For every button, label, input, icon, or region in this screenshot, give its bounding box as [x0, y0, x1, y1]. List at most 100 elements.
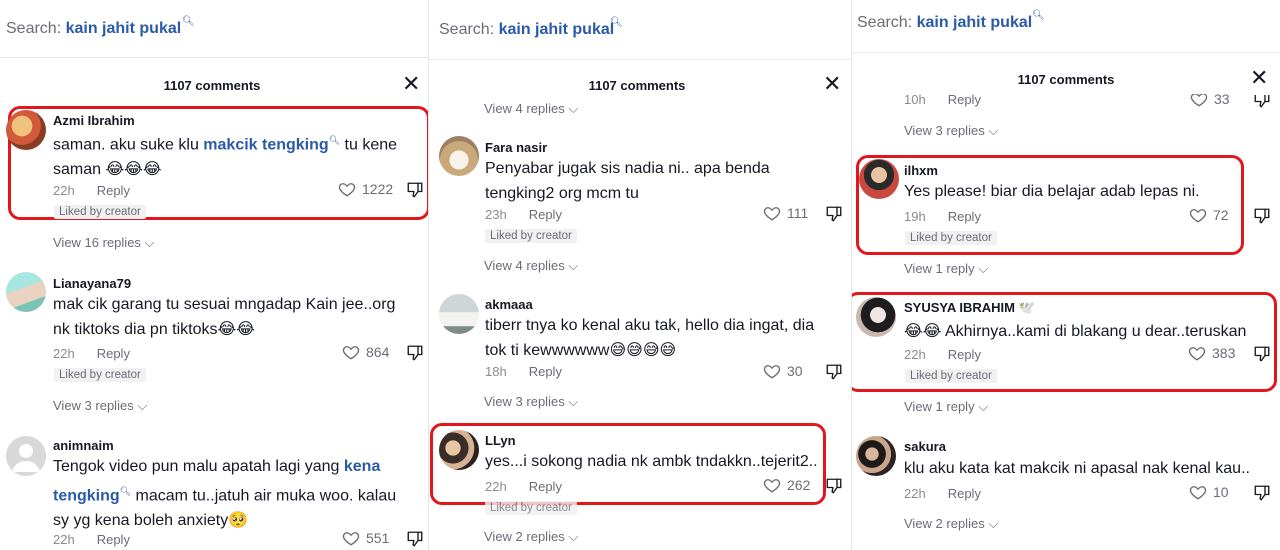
- comment-meta: 22h Reply: [485, 479, 562, 494]
- dislike-icon[interactable]: [825, 205, 843, 223]
- comments-panel-1: Search: kain jahit pukal 🔍︎ 1107 comment…: [0, 0, 428, 550]
- dislike-icon[interactable]: [406, 181, 424, 199]
- comment-username[interactable]: ilhxm: [904, 163, 938, 178]
- avatar[interactable]: [6, 272, 46, 312]
- keyword-link[interactable]: tengking: [53, 487, 120, 504]
- view-replies-label: View 2 replies: [904, 516, 985, 531]
- close-icon[interactable]: ✕: [823, 72, 841, 96]
- close-icon[interactable]: ✕: [1250, 66, 1268, 90]
- comment-username[interactable]: sakura: [904, 439, 946, 454]
- like-button[interactable]: 72: [1189, 206, 1229, 224]
- comment-username[interactable]: Lianayana79: [53, 276, 131, 291]
- comment-username[interactable]: SYUSYA IBRAHIM 🕊️: [904, 300, 1035, 316]
- like-button[interactable]: 1222: [338, 180, 393, 198]
- reply-button[interactable]: Reply: [529, 207, 562, 222]
- dislike-icon[interactable]: [1253, 207, 1271, 225]
- dislike-icon[interactable]: [1253, 484, 1271, 502]
- comment-text-part: tu kene: [340, 136, 398, 154]
- avatar[interactable]: [439, 430, 479, 470]
- like-button[interactable]: 551: [342, 529, 389, 547]
- comment-count: 1107 comments: [163, 78, 261, 93]
- search-icon: 🔍︎: [328, 135, 341, 145]
- view-replies-button[interactable]: View 1 reply ⌵: [904, 399, 988, 415]
- avatar[interactable]: [439, 136, 479, 176]
- search-icon: 🔍︎: [119, 486, 132, 496]
- reply-button[interactable]: Reply: [948, 209, 981, 224]
- comment-username[interactable]: akmaaa: [485, 297, 533, 312]
- like-button[interactable]: 30: [763, 362, 803, 380]
- comment-text-part: sy yg kena boleh anxiety🥺: [53, 512, 249, 530]
- reply-button[interactable]: Reply: [97, 183, 130, 198]
- avatar[interactable]: [859, 159, 899, 199]
- like-button[interactable]: 111: [763, 204, 808, 222]
- liked-by-creator-badge: Liked by creator: [485, 501, 577, 515]
- search-query[interactable]: kain jahit pukal: [499, 21, 615, 38]
- comment-meta: 23h Reply: [485, 207, 562, 222]
- like-count: 10: [1213, 484, 1229, 500]
- comment-text: 😂😂 Akhirnya..kami di blakang u dear..ter…: [904, 319, 1276, 344]
- comments-panel-2: Search: kain jahit pukal 🔍︎ 1107 comment…: [429, 0, 851, 550]
- like-count: 262: [787, 477, 811, 493]
- reply-button[interactable]: Reply: [948, 486, 981, 501]
- dislike-icon[interactable]: [825, 363, 843, 381]
- chevron-down-icon: ⌵: [568, 101, 579, 116]
- reply-button[interactable]: Reply: [97, 532, 130, 547]
- search-query[interactable]: kain jahit pukal: [917, 14, 1033, 31]
- reply-button[interactable]: Reply: [948, 347, 981, 362]
- keyword-link[interactable]: kena: [344, 458, 380, 475]
- keyword-link[interactable]: makcik tengking: [203, 136, 328, 153]
- view-replies-button[interactable]: View 4 replies ⌵: [484, 258, 578, 274]
- like-count: 72: [1213, 207, 1229, 223]
- liked-by-creator-badge: Liked by creator: [485, 229, 577, 243]
- reply-button[interactable]: Reply: [948, 94, 981, 107]
- search-bar[interactable]: Search: kain jahit pukal 🔍︎: [852, 0, 1280, 52]
- dislike-icon[interactable]: [825, 477, 843, 495]
- reply-button[interactable]: Reply: [529, 479, 562, 494]
- view-replies-button[interactable]: View 1 reply ⌵: [904, 261, 988, 277]
- search-label: Search:: [857, 14, 913, 31]
- dislike-icon[interactable]: [406, 530, 424, 548]
- heart-icon: [763, 207, 781, 221]
- comment-username[interactable]: animnaim: [53, 438, 114, 453]
- like-button[interactable]: 864: [342, 343, 389, 361]
- comment-meta: 18h Reply: [485, 364, 562, 379]
- like-button[interactable]: 262: [763, 476, 810, 494]
- comment-username[interactable]: Azmi Ibrahim: [53, 113, 135, 128]
- comment-username[interactable]: LLyn: [485, 433, 516, 448]
- close-icon[interactable]: ✕: [402, 72, 420, 96]
- reply-button[interactable]: Reply: [529, 364, 562, 379]
- view-replies-label: View 4 replies: [484, 258, 565, 273]
- liked-by-creator-badge: Liked by creator: [54, 368, 146, 382]
- comment-meta: 19h Reply: [904, 209, 981, 224]
- view-replies-label: View 1 reply: [904, 399, 975, 414]
- dislike-icon[interactable]: [1253, 345, 1271, 363]
- heart-icon: [338, 183, 356, 197]
- comment-text: Yes please! biar dia belajar adab lepas …: [904, 179, 1244, 204]
- view-replies-button[interactable]: View 3 replies ⌵: [904, 123, 998, 139]
- view-replies-button[interactable]: View 16 replies ⌵: [53, 235, 154, 251]
- view-replies-button[interactable]: View 3 replies ⌵: [53, 398, 147, 414]
- search-query[interactable]: kain jahit pukal: [66, 20, 182, 37]
- avatar[interactable]: [6, 110, 46, 150]
- like-button[interactable]: 10: [1189, 483, 1229, 501]
- view-replies-button[interactable]: View 3 replies ⌵: [484, 394, 578, 410]
- search-bar[interactable]: Search: kain jahit pukal 🔍︎: [0, 0, 428, 58]
- comment-text-part: tok ti kewwwwww😅😅😅😅: [485, 342, 677, 359]
- view-replies-button[interactable]: View 4 replies ⌵: [484, 101, 578, 117]
- comment-username[interactable]: Fara nasir: [485, 140, 547, 155]
- dislike-icon[interactable]: [406, 344, 424, 362]
- avatar[interactable]: [6, 436, 46, 476]
- avatar[interactable]: [439, 294, 479, 334]
- search-bar[interactable]: Search: kain jahit pukal 🔍︎: [429, 0, 851, 60]
- view-replies-button[interactable]: View 2 replies ⌵: [904, 516, 998, 532]
- avatar[interactable]: [856, 297, 896, 337]
- chevron-down-icon: ⌵: [137, 398, 148, 413]
- view-replies-button[interactable]: View 2 replies ⌵: [484, 529, 578, 545]
- reply-button[interactable]: Reply: [97, 346, 130, 361]
- comments-header: 1107 comments ✕: [852, 60, 1280, 96]
- liked-by-creator-badge: Liked by creator: [905, 369, 997, 383]
- like-count: 864: [366, 344, 390, 360]
- comment-text-part: saman 😂😂😂: [53, 161, 162, 179]
- like-button[interactable]: 383: [1188, 344, 1235, 362]
- avatar[interactable]: [856, 436, 896, 476]
